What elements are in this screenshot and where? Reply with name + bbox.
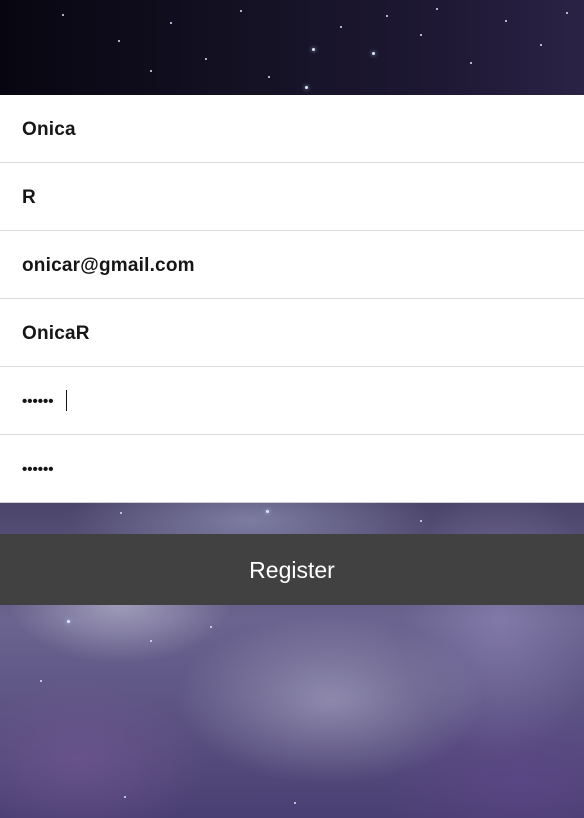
star — [372, 52, 375, 55]
star — [210, 626, 212, 628]
star — [150, 70, 152, 72]
password-field[interactable]: •••••• — [0, 367, 584, 435]
starfield-header — [0, 0, 584, 95]
star — [240, 10, 242, 12]
first-name-field[interactable]: Onica — [0, 95, 584, 163]
confirm-password-value: •••••• — [22, 461, 54, 478]
star — [150, 640, 152, 642]
star — [470, 62, 472, 64]
last-name-value: R — [22, 187, 36, 208]
star — [294, 802, 296, 804]
star — [386, 15, 388, 17]
password-value: •••••• — [22, 393, 54, 410]
star — [566, 12, 568, 14]
star — [170, 22, 172, 24]
email-value: onicar@gmail.com — [22, 255, 195, 276]
star — [124, 796, 126, 798]
text-caret — [66, 390, 67, 411]
star — [268, 76, 270, 78]
registration-form: Onica R onicar@gmail.com OnicaR •••••• •… — [0, 95, 584, 503]
confirm-password-field[interactable]: •••••• — [0, 435, 584, 503]
star — [340, 26, 342, 28]
star — [62, 14, 64, 16]
star — [67, 620, 70, 623]
star — [420, 34, 422, 36]
star — [118, 40, 120, 42]
username-field[interactable]: OnicaR — [0, 299, 584, 367]
last-name-field[interactable]: R — [0, 163, 584, 231]
star — [420, 520, 422, 522]
star — [266, 510, 269, 513]
email-field[interactable]: onicar@gmail.com — [0, 231, 584, 299]
star — [305, 86, 308, 89]
star — [436, 8, 438, 10]
username-value: OnicaR — [22, 323, 90, 344]
star — [40, 680, 42, 682]
register-button[interactable]: Register — [0, 534, 584, 605]
first-name-value: Onica — [22, 119, 76, 140]
star — [205, 58, 207, 60]
star — [540, 44, 542, 46]
star — [505, 20, 507, 22]
star — [120, 512, 122, 514]
star — [312, 48, 315, 51]
